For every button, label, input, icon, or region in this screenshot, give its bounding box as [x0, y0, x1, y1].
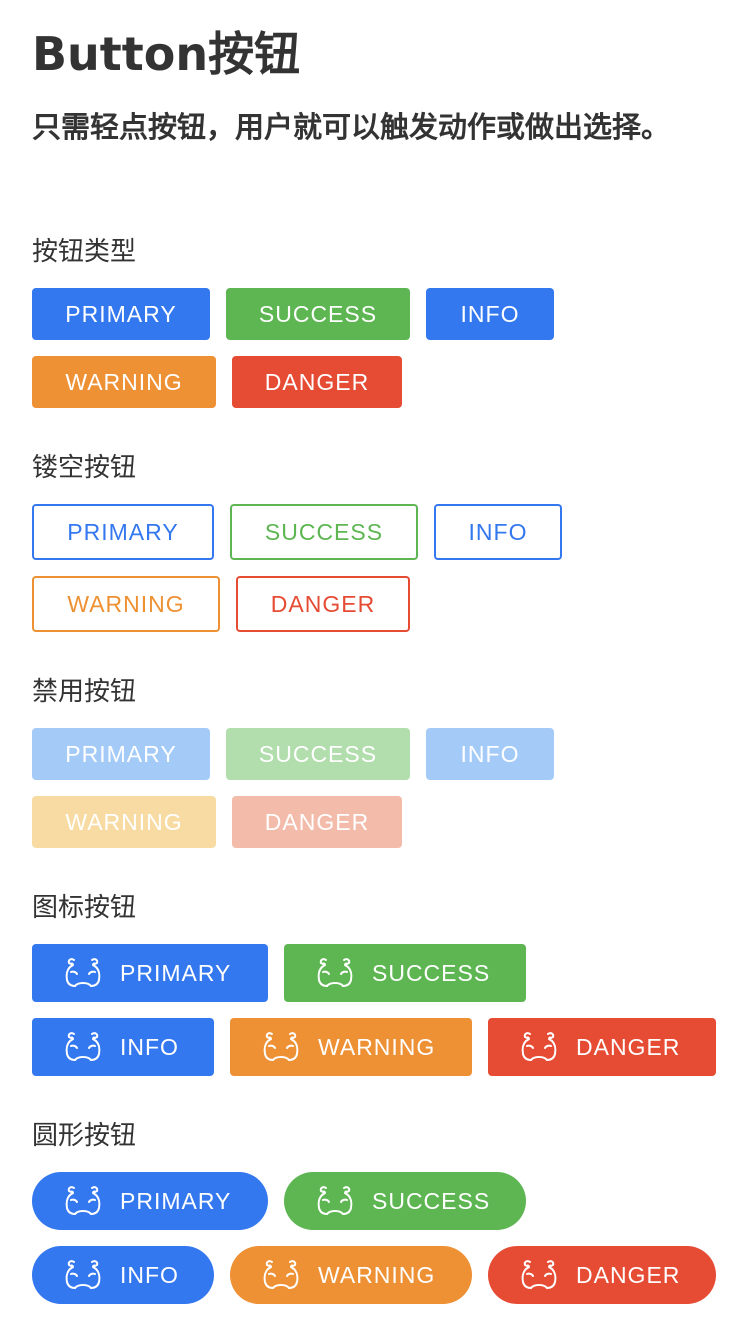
icon-danger-label: DANGER: [576, 1033, 681, 1060]
plain-warning-button[interactable]: WARNING: [32, 576, 220, 632]
flexed-biceps-icon: [62, 1183, 104, 1219]
flexed-biceps-icon: [62, 1029, 104, 1065]
icon-info-button[interactable]: INFO: [32, 1018, 214, 1076]
flexed-biceps-icon: [314, 1183, 356, 1219]
flexed-biceps-icon: [62, 955, 104, 991]
primary-button[interactable]: PRIMARY: [32, 288, 210, 340]
round-info-label: INFO: [120, 1261, 179, 1288]
icon-primary-button[interactable]: PRIMARY: [32, 944, 268, 1002]
flexed-biceps-icon: [260, 1257, 302, 1293]
flexed-biceps-icon: [260, 1029, 302, 1065]
success-button[interactable]: SUCCESS: [226, 288, 410, 340]
section-icon-label: 图标按钮: [32, 893, 137, 923]
plain-info-button[interactable]: INFO: [434, 504, 562, 560]
icon-success-button[interactable]: SUCCESS: [284, 944, 526, 1002]
disabled-danger-button: DANGER: [232, 796, 402, 848]
flexed-biceps-icon: [518, 1029, 560, 1065]
round-primary-label: PRIMARY: [120, 1187, 232, 1214]
round-danger-button[interactable]: DANGER: [488, 1246, 716, 1304]
warning-button[interactable]: WARNING: [32, 356, 216, 408]
flexed-biceps-icon: [518, 1257, 560, 1293]
round-success-button[interactable]: SUCCESS: [284, 1172, 526, 1230]
disabled-warning-button: WARNING: [32, 796, 216, 848]
icon-primary-label: PRIMARY: [120, 959, 232, 986]
page-description: 只需轻点按钮，用户就可以触发动作或做出选择。: [32, 110, 671, 144]
icon-info-label: INFO: [120, 1033, 179, 1060]
icon-warning-label: WARNING: [318, 1033, 436, 1060]
danger-button[interactable]: DANGER: [232, 356, 402, 408]
icon-success-label: SUCCESS: [372, 959, 491, 986]
disabled-success-button: SUCCESS: [226, 728, 410, 780]
section-disabled-label: 禁用按钮: [32, 677, 137, 707]
plain-primary-button[interactable]: PRIMARY: [32, 504, 214, 560]
disabled-info-button: INFO: [426, 728, 554, 780]
round-warning-button[interactable]: WARNING: [230, 1246, 472, 1304]
icon-danger-button[interactable]: DANGER: [488, 1018, 716, 1076]
round-success-label: SUCCESS: [372, 1187, 491, 1214]
flexed-biceps-icon: [62, 1257, 104, 1293]
page-title: Button按钮: [32, 27, 301, 81]
section-plain-label: 镂空按钮: [32, 453, 137, 483]
icon-warning-button[interactable]: WARNING: [230, 1018, 472, 1076]
round-primary-button[interactable]: PRIMARY: [32, 1172, 268, 1230]
round-info-button[interactable]: INFO: [32, 1246, 214, 1304]
round-warning-label: WARNING: [318, 1261, 436, 1288]
info-button[interactable]: INFO: [426, 288, 554, 340]
section-types-label: 按钮类型: [32, 237, 137, 267]
disabled-primary-button: PRIMARY: [32, 728, 210, 780]
flexed-biceps-icon: [314, 955, 356, 991]
plain-danger-button[interactable]: DANGER: [236, 576, 410, 632]
round-danger-label: DANGER: [576, 1261, 681, 1288]
plain-success-button[interactable]: SUCCESS: [230, 504, 418, 560]
section-round-label: 圆形按钮: [32, 1121, 137, 1151]
